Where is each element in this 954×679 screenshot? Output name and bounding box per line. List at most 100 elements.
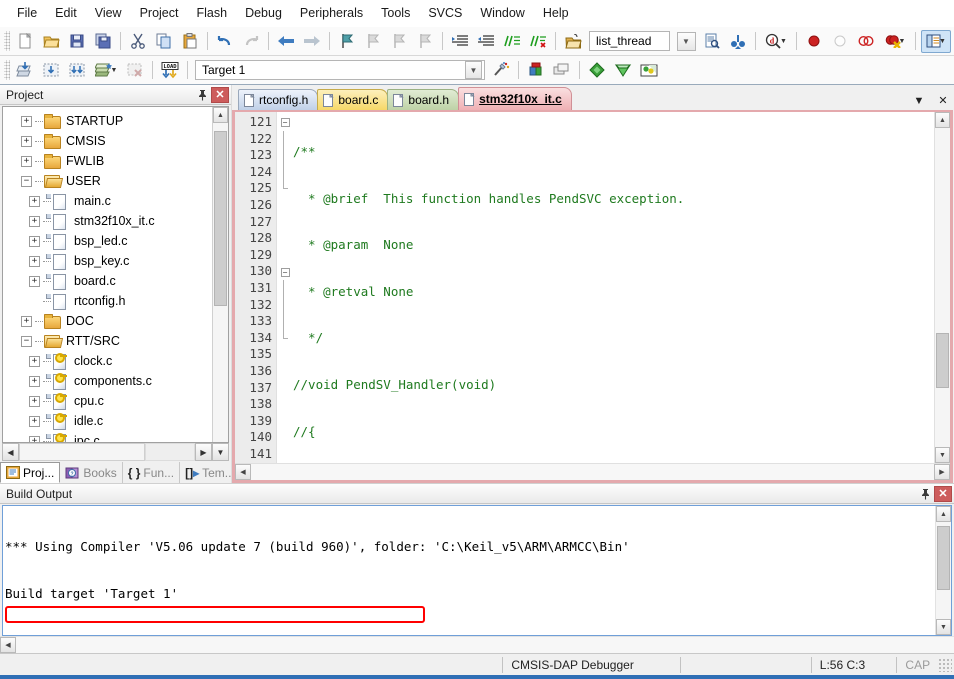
copy-icon[interactable] xyxy=(152,30,176,53)
manage-run-time-environment-icon[interactable] xyxy=(585,59,609,82)
search-combo[interactable]: list_thread xyxy=(589,31,670,51)
pin-icon[interactable] xyxy=(917,485,934,502)
multi-project-icon[interactable] xyxy=(550,59,574,82)
menu-item-svcs[interactable]: SVCS xyxy=(419,3,471,23)
kill-all-breakpoints-icon[interactable] xyxy=(854,30,878,53)
uncomment-icon[interactable] xyxy=(526,30,550,53)
expander-icon[interactable]: + xyxy=(29,275,40,287)
scroll-menu-icon[interactable]: ▼ xyxy=(212,443,229,461)
fold-toggle[interactable]: − xyxy=(277,114,293,131)
close-icon[interactable]: ✕ xyxy=(211,86,229,103)
disable-all-breakpoints-icon[interactable]: ▼ xyxy=(880,30,910,53)
build-icon[interactable] xyxy=(39,59,63,82)
scroll-up-icon[interactable]: ▲ xyxy=(213,107,228,123)
chevron-down-icon[interactable]: ▼ xyxy=(899,38,906,45)
menu-item-tools[interactable]: Tools xyxy=(372,3,419,23)
rebuild-icon[interactable] xyxy=(65,59,89,82)
scroll-thumb[interactable] xyxy=(937,526,950,590)
expander-icon[interactable]: + xyxy=(29,415,40,427)
expander-icon[interactable]: + xyxy=(29,435,40,442)
editor-tab-stm32f10x-it-c[interactable]: stm32f10x_it.c xyxy=(458,87,572,110)
chevron-down-icon[interactable]: ▼ xyxy=(111,67,118,74)
new-file-icon[interactable] xyxy=(13,30,37,53)
batch-build-icon[interactable]: ▼ xyxy=(91,59,121,82)
toolbar-grip[interactable] xyxy=(4,60,10,80)
collapse-icon[interactable]: − xyxy=(21,175,32,187)
menu-item-debug[interactable]: Debug xyxy=(236,3,291,23)
redo-icon[interactable] xyxy=(239,30,263,53)
debug-query-icon[interactable]: d ▼ xyxy=(761,30,791,53)
translate-icon[interactable] xyxy=(13,59,37,82)
scroll-left-icon[interactable]: ◀ xyxy=(235,464,251,480)
expander-icon[interactable]: + xyxy=(21,135,32,147)
binoculars-icon[interactable] xyxy=(726,30,750,53)
navigate-back-icon[interactable] xyxy=(274,30,298,53)
expander-icon[interactable]: + xyxy=(29,215,40,227)
stop-build-icon[interactable] xyxy=(123,59,147,82)
scroll-down-icon[interactable]: ▼ xyxy=(936,619,951,635)
code-editor[interactable]: 121 122 123 124 125 126 127 128 129 130 … xyxy=(235,112,950,463)
panel-tab-project[interactable]: Proj... xyxy=(0,462,61,483)
expander-icon[interactable]: + xyxy=(29,375,40,387)
scroll-track[interactable] xyxy=(16,637,954,653)
scroll-up-icon[interactable]: ▲ xyxy=(935,112,950,128)
resize-grip[interactable] xyxy=(938,657,953,672)
target-options-icon[interactable] xyxy=(489,59,513,82)
tree-item-doc[interactable]: + DOC xyxy=(3,311,212,331)
tree-item-rtt-src[interactable]: − RTT/SRC xyxy=(3,331,212,351)
expander-icon[interactable]: + xyxy=(29,255,40,267)
select-software-packs-icon[interactable] xyxy=(611,59,635,82)
expander-icon[interactable]: + xyxy=(21,155,32,167)
fold-toggle[interactable]: − xyxy=(277,263,293,280)
chevron-down-icon[interactable]: ▼ xyxy=(912,95,926,107)
editor-tab-rtconfig-h[interactable]: rtconfig.h xyxy=(238,89,319,110)
build-output-text[interactable]: *** Using Compiler 'V5.06 update 7 (buil… xyxy=(3,506,935,635)
scroll-track[interactable] xyxy=(251,464,934,480)
build-output-horizontal-scrollbar[interactable]: ◀ xyxy=(0,636,954,653)
menu-item-project[interactable]: Project xyxy=(131,3,188,23)
tree-item-bsp-key-c[interactable]: + bsp_key.c xyxy=(3,251,212,271)
project-tree-vertical-scrollbar[interactable]: ▲ xyxy=(212,107,228,442)
menu-item-file[interactable]: File xyxy=(8,3,46,23)
expander-icon[interactable]: + xyxy=(21,115,32,127)
project-tree-horizontal-scrollbar[interactable]: ◀ ▶ ▼ xyxy=(2,443,229,461)
menu-item-help[interactable]: Help xyxy=(534,3,578,23)
disable-breakpoint-icon[interactable] xyxy=(828,30,852,53)
project-tree[interactable]: + STARTUP + CMSIS + FWLIB − USER + main.… xyxy=(3,107,212,442)
expander-icon[interactable]: + xyxy=(29,235,40,247)
close-icon[interactable]: ✕ xyxy=(936,94,950,107)
editor-vertical-scrollbar[interactable]: ▲ ▼ xyxy=(934,112,950,463)
toolbar-grip[interactable] xyxy=(4,31,10,51)
insert-breakpoint-icon[interactable] xyxy=(802,30,826,53)
scroll-down-icon[interactable]: ▼ xyxy=(935,447,950,463)
scroll-thumb[interactable] xyxy=(214,131,227,306)
chevron-down-icon[interactable]: ▼ xyxy=(939,38,946,45)
comment-icon[interactable] xyxy=(500,30,524,53)
scroll-up-icon[interactable]: ▲ xyxy=(936,506,951,522)
expander-icon[interactable]: + xyxy=(29,355,40,367)
tree-item-cpu-c[interactable]: + cpu.c xyxy=(3,391,212,411)
scroll-track[interactable] xyxy=(213,123,228,442)
bookmark-clear-icon[interactable] xyxy=(413,30,437,53)
open-file-icon[interactable] xyxy=(39,30,63,53)
pin-icon[interactable] xyxy=(194,86,211,103)
panel-tab-books[interactable]: ? Books xyxy=(60,462,123,483)
manage-project-items-icon[interactable] xyxy=(524,59,548,82)
undo-icon[interactable] xyxy=(213,30,237,53)
scroll-right-icon[interactable]: ▶ xyxy=(195,443,212,461)
indent-left-icon[interactable] xyxy=(474,30,498,53)
pack-installer-icon[interactable] xyxy=(637,59,661,82)
code-text[interactable]: /** * @brief This function handles PendS… xyxy=(293,112,934,463)
tree-item-clock-c[interactable]: + clock.c xyxy=(3,351,212,371)
download-icon[interactable]: LOAD xyxy=(158,59,182,82)
bookmark-prev-icon[interactable] xyxy=(361,30,385,53)
menu-item-window[interactable]: Window xyxy=(471,3,533,23)
tree-item-stm32f10x-it-c[interactable]: + stm32f10x_it.c xyxy=(3,211,212,231)
tree-item-idle-c[interactable]: + idle.c xyxy=(3,411,212,431)
tree-item-ipc-c[interactable]: + ipc.c xyxy=(3,431,212,442)
editor-tab-board-c[interactable]: board.c xyxy=(317,89,389,110)
chevron-down-icon[interactable]: ▼ xyxy=(780,38,787,45)
bookmark-toggle-icon[interactable] xyxy=(335,30,359,53)
scroll-thumb[interactable] xyxy=(936,333,949,388)
tree-item-board-c[interactable]: + board.c xyxy=(3,271,212,291)
